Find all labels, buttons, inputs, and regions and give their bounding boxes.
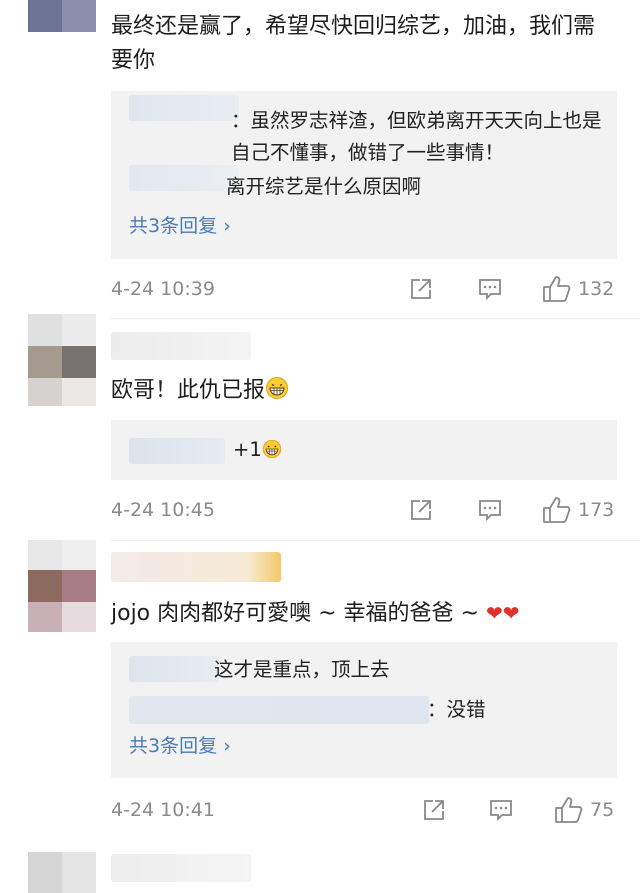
avatar[interactable] xyxy=(28,314,96,406)
blurred-username xyxy=(111,332,251,360)
comment-item xyxy=(0,840,640,893)
comment-text: 欧哥！此仇已报 xyxy=(111,374,612,411)
comment-text: jojo 肉肉都好可愛噢 ~ 幸福的爸爸 ~ ❤❤ xyxy=(111,601,520,626)
comment-icon xyxy=(477,497,503,523)
share-button[interactable] xyxy=(408,274,434,304)
share-button[interactable] xyxy=(421,795,447,825)
comment-item: 最终还是赢了，希望尽快回归综艺，加油，我们需要你 ：虽然罗志祥渣，但欧弟离开天天… xyxy=(0,0,640,318)
blurred-username xyxy=(111,552,281,582)
thumbs-up-icon xyxy=(542,275,572,303)
timestamp: 4-24 10:39 xyxy=(111,278,215,300)
like-count: 173 xyxy=(578,499,615,521)
blurred-username xyxy=(129,438,225,464)
reply-text: ：虽然罗志祥渣，但欧弟离开天天向上也是自己不懂事，做错了一些事情！ xyxy=(231,109,602,164)
comment-meta: 4-24 10:41 75 xyxy=(111,795,620,825)
comment-item: jojo 肉肉都好可愛噢 ~ 幸福的爸爸 ~ ❤❤ 这才是重点，顶上去 ：没错 … xyxy=(0,540,640,840)
comment-button[interactable] xyxy=(477,495,503,525)
share-icon xyxy=(421,797,447,823)
thumbs-up-icon xyxy=(542,496,572,524)
share-icon xyxy=(408,276,434,302)
comment-text: 最终还是赢了，希望尽快回归综艺，加油，我们需要你 xyxy=(111,14,596,73)
more-replies-link[interactable]: 共3条回复 › xyxy=(129,732,231,760)
more-replies-link[interactable]: 共3条回复 › xyxy=(129,212,231,240)
reply-text: +1 xyxy=(233,436,282,467)
avatar[interactable] xyxy=(28,0,96,32)
reply-box[interactable]: 这才是重点，顶上去 ：没错 共3条回复 › xyxy=(111,642,617,778)
blurred-username xyxy=(111,854,251,882)
comment-button[interactable] xyxy=(488,795,514,825)
share-button[interactable] xyxy=(408,495,434,525)
blurred-username xyxy=(129,165,239,191)
like-button[interactable]: 132 xyxy=(542,274,614,304)
reply-text: 这才是重点，顶上去 xyxy=(214,658,390,681)
timestamp: 4-24 10:45 xyxy=(111,499,215,521)
reply-text: 离开综艺是什么原因啊 xyxy=(226,175,422,198)
like-button[interactable]: 75 xyxy=(554,795,614,825)
grin-emoji-icon xyxy=(265,376,289,411)
blurred-username xyxy=(129,95,239,121)
comment-meta: 4-24 10:45 173 xyxy=(111,495,620,525)
like-count: 132 xyxy=(578,278,615,300)
like-count: 75 xyxy=(590,799,615,821)
reply-box[interactable]: ：虽然罗志祥渣，但欧弟离开天天向上也是自己不懂事，做错了一些事情！ 离开综艺是什… xyxy=(111,91,617,259)
comment-icon xyxy=(477,276,503,302)
grin-emoji-icon xyxy=(262,439,282,467)
timestamp: 4-24 10:41 xyxy=(111,799,215,821)
avatar[interactable] xyxy=(28,852,96,893)
reply-text: ：没错 xyxy=(427,698,486,721)
heart-emoji-icon: ❤❤ xyxy=(486,601,520,625)
avatar[interactable] xyxy=(28,540,96,632)
comment-icon xyxy=(488,797,514,823)
comment-item: 欧哥！此仇已报 +1 4-24 10:45 173 xyxy=(0,314,640,540)
comment-meta: 4-24 10:39 132 xyxy=(111,274,620,304)
comment-button[interactable] xyxy=(477,274,503,304)
reply-box[interactable]: +1 xyxy=(111,420,617,480)
thumbs-up-icon xyxy=(554,796,584,824)
share-icon xyxy=(408,497,434,523)
blurred-username xyxy=(129,696,429,724)
blurred-username xyxy=(129,656,219,682)
like-button[interactable]: 173 xyxy=(542,495,614,525)
